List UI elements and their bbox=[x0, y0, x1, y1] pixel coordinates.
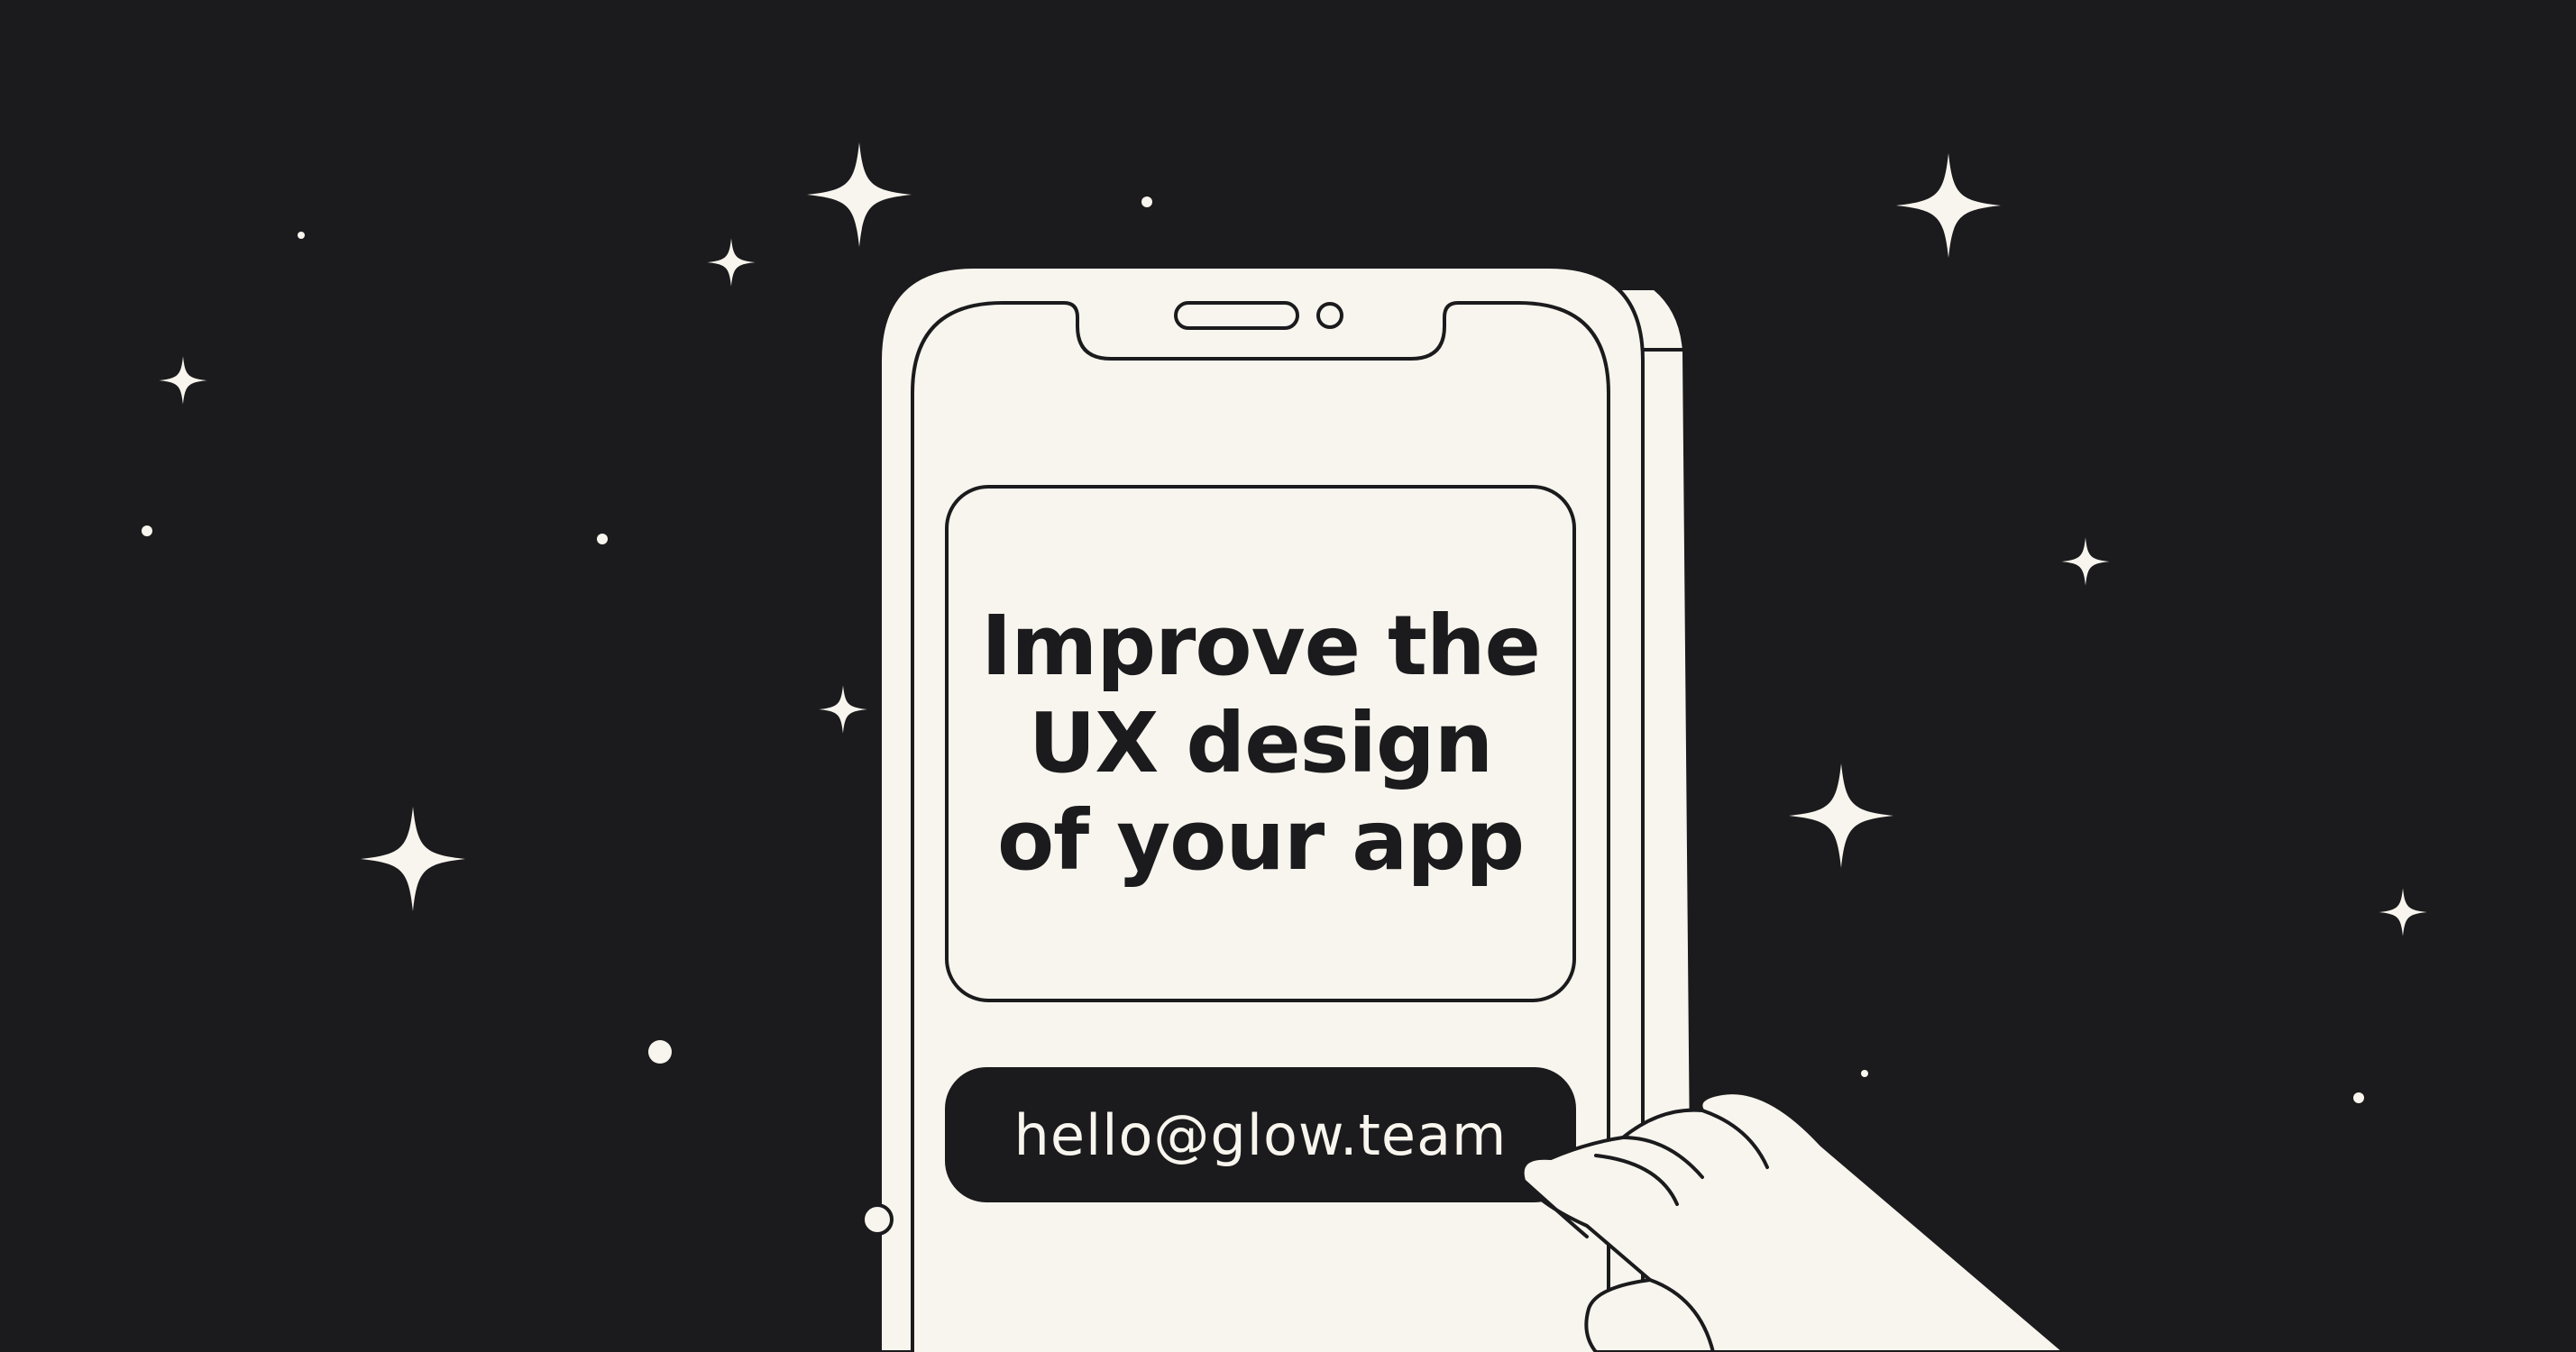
sparkle-star-icon bbox=[807, 142, 912, 247]
sparkle-star-icon bbox=[707, 238, 756, 287]
dot-star-icon bbox=[648, 1040, 672, 1064]
headline-line-2: UX design bbox=[1028, 695, 1494, 791]
sparkle-star-icon bbox=[361, 807, 465, 911]
sparkle-star-icon bbox=[1789, 763, 1893, 868]
sparkle-star-icon bbox=[2379, 888, 2427, 936]
dot-star-icon bbox=[2353, 1092, 2364, 1103]
promo-banner: Improve the UX design of your app hello@… bbox=[0, 0, 2576, 1352]
sparkle-star-icon bbox=[1896, 153, 2001, 258]
dot-star-icon bbox=[1141, 196, 1152, 207]
dot-star-icon bbox=[597, 534, 608, 544]
headline: Improve the UX design of your app bbox=[949, 487, 1572, 1000]
headline-line-1: Improve the bbox=[981, 598, 1541, 694]
sparkle-star-icon bbox=[2061, 537, 2110, 586]
sparkle-star-icon bbox=[819, 685, 867, 734]
dot-star-icon bbox=[298, 232, 305, 239]
dot-star-icon bbox=[142, 525, 152, 536]
dot-star-icon bbox=[1861, 1070, 1868, 1077]
sparkle-star-icon bbox=[159, 356, 207, 405]
email-button[interactable]: hello@glow.team bbox=[945, 1067, 1576, 1202]
headline-line-3: of your app bbox=[996, 792, 1525, 889]
